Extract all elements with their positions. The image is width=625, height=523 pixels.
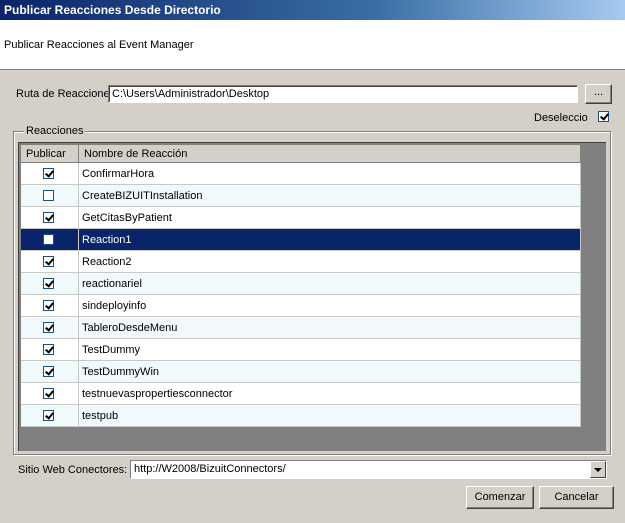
publish-cell	[21, 317, 79, 339]
publish-checkbox[interactable]	[43, 278, 54, 289]
path-label: Ruta de Reaccione	[16, 88, 110, 100]
table-row[interactable]: TestDummyWin	[21, 361, 581, 383]
publish-cell	[21, 185, 79, 207]
table-row[interactable]: GetCitasByPatient	[21, 207, 581, 229]
publish-cell	[21, 251, 79, 273]
reaction-name: reactionariel	[82, 278, 142, 290]
publish-cell	[21, 405, 79, 427]
reaction-name: Reaction1	[82, 234, 132, 246]
reaction-name: GetCitasByPatient	[82, 212, 172, 224]
start-button[interactable]: Comenzar	[466, 486, 534, 509]
chevron-down-icon[interactable]	[590, 461, 606, 478]
reactions-group-title: Reacciones	[24, 125, 86, 137]
reaction-name-cell: CreateBIZUITInstallation	[79, 185, 581, 207]
publish-checkbox[interactable]	[43, 322, 54, 333]
header-panel: Publicar Reacciones al Event Manager	[0, 20, 625, 70]
title-bar: Publicar Reacciones Desde Directorio	[0, 0, 625, 20]
deselect-checkbox[interactable]	[598, 111, 609, 122]
publish-cell	[21, 207, 79, 229]
publish-checkbox[interactable]	[43, 388, 54, 399]
reaction-name-cell: TestDummyWin	[79, 361, 581, 383]
publish-checkbox[interactable]	[43, 168, 54, 179]
table-row[interactable]: TableroDesdeMenu	[21, 317, 581, 339]
publish-checkbox[interactable]	[43, 344, 54, 355]
publish-checkbox[interactable]	[43, 234, 54, 245]
publish-cell	[21, 229, 79, 251]
column-header-name[interactable]: Nombre de Reacción	[79, 145, 581, 163]
publish-checkbox[interactable]	[43, 190, 54, 201]
publish-cell	[21, 273, 79, 295]
table-row[interactable]: Reaction2	[21, 251, 581, 273]
reaction-name-cell: Reaction2	[79, 251, 581, 273]
table-row[interactable]: CreateBIZUITInstallation	[21, 185, 581, 207]
window-title: Publicar Reacciones Desde Directorio	[4, 3, 221, 17]
reaction-name: testnuevaspropertiesconnector	[82, 388, 233, 400]
header-subtitle: Publicar Reacciones al Event Manager	[4, 39, 194, 51]
reaction-name-cell: testpub	[79, 405, 581, 427]
table-row[interactable]: reactionariel	[21, 273, 581, 295]
reaction-name: testpub	[82, 410, 119, 422]
publish-cell	[21, 383, 79, 405]
table-row[interactable]: TestDummy	[21, 339, 581, 361]
path-input[interactable]: C:\Users\Administrador\Desktop	[108, 85, 578, 103]
reaction-name-cell: GetCitasByPatient	[79, 207, 581, 229]
publish-checkbox[interactable]	[43, 256, 54, 267]
reaction-name-cell: testnuevaspropertiesconnector	[79, 383, 581, 405]
reaction-name: TestDummy	[82, 344, 141, 356]
reaction-name: TableroDesdeMenu	[82, 322, 178, 334]
reaction-name-cell: Reaction1	[79, 229, 581, 251]
table-row[interactable]: sindeployinfo	[21, 295, 581, 317]
reaction-name: Reaction2	[82, 256, 132, 268]
site-value: http://W2008/BizuitConnectors/	[134, 463, 286, 475]
publish-cell	[21, 361, 79, 383]
site-label: Sitio Web Conectores:	[18, 464, 128, 476]
reaction-name: ConfirmarHora	[82, 168, 155, 180]
column-header-publish[interactable]: Publicar	[21, 145, 79, 163]
table-row[interactable]: testpub	[21, 405, 581, 427]
publish-checkbox[interactable]	[43, 212, 54, 223]
reaction-name-cell: TestDummy	[79, 339, 581, 361]
reaction-name: TestDummyWin	[82, 366, 160, 378]
reactions-grid[interactable]: Publicar Nombre de Reacción ConfirmarHor…	[18, 142, 606, 451]
browse-button[interactable]: ...	[585, 84, 612, 104]
table-row[interactable]: Reaction1	[21, 229, 581, 251]
cancel-button[interactable]: Cancelar	[539, 486, 614, 509]
table-row[interactable]: testnuevaspropertiesconnector	[21, 383, 581, 405]
reaction-name-cell: TableroDesdeMenu	[79, 317, 581, 339]
reaction-name: CreateBIZUITInstallation	[82, 190, 203, 202]
table-row[interactable]: ConfirmarHora	[21, 163, 581, 185]
path-value: C:\Users\Administrador\Desktop	[112, 88, 270, 100]
column-name-label: Nombre de Reacción	[84, 148, 188, 160]
column-publish-label: Publicar	[26, 148, 66, 160]
publish-cell	[21, 295, 79, 317]
reaction-name-cell: reactionariel	[79, 273, 581, 295]
deselect-label: Deseleccio	[534, 112, 588, 124]
publish-cell	[21, 339, 79, 361]
publish-cell	[21, 163, 79, 185]
reaction-name: sindeployinfo	[82, 300, 147, 312]
site-combobox[interactable]: http://W2008/BizuitConnectors/	[130, 460, 607, 479]
publish-checkbox[interactable]	[43, 410, 54, 421]
grid-header: Publicar Nombre de Reacción	[21, 145, 581, 163]
reaction-name-cell: ConfirmarHora	[79, 163, 581, 185]
reaction-name-cell: sindeployinfo	[79, 295, 581, 317]
publish-checkbox[interactable]	[43, 300, 54, 311]
publish-checkbox[interactable]	[43, 366, 54, 377]
